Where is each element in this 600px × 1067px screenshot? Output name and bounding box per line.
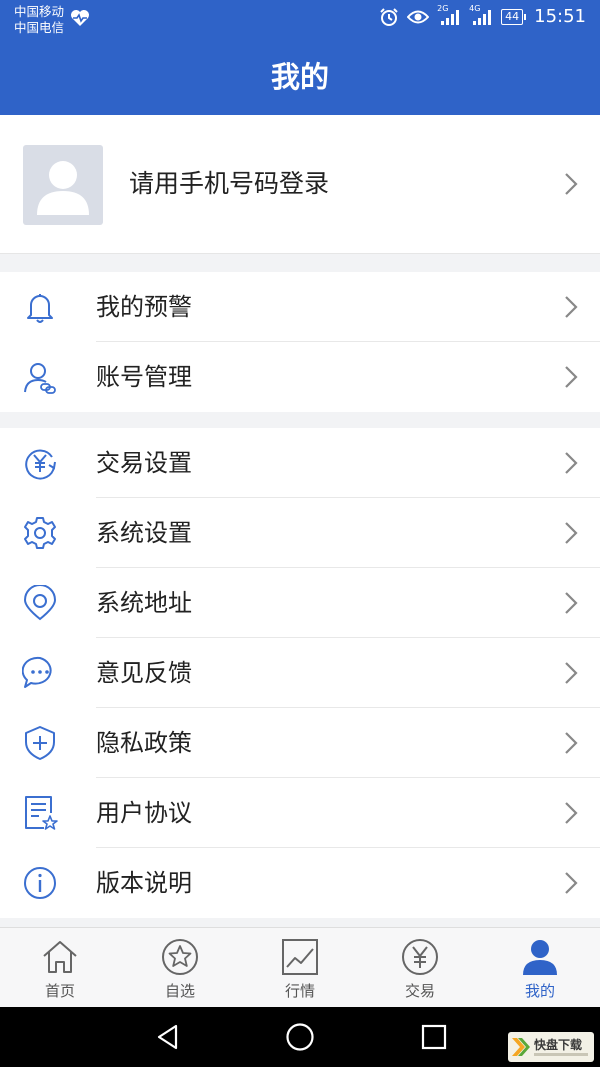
tab-watchlist[interactable]: 自选 (120, 928, 240, 1008)
menu-item-version-notes[interactable]: 版本说明 (0, 848, 600, 918)
chevron-right-icon (565, 296, 578, 318)
app-header: 我的 (0, 40, 600, 115)
bottom-tab-bar: 首页 自选 行情 交易 我的 (0, 927, 600, 1008)
tab-market[interactable]: 行情 (240, 928, 360, 1008)
brand-logo-icon: 快盘下载 (512, 1037, 588, 1056)
menu-label: 隐私政策 (96, 729, 192, 757)
menu-label: 系统设置 (96, 519, 192, 547)
tab-label: 我的 (524, 982, 555, 1000)
home-circle-icon[interactable] (285, 1022, 315, 1052)
clock: 15:51 (534, 6, 586, 27)
document-star-icon (25, 796, 58, 830)
status-bar: 中国移动 中国电信 2G 4G 44 15:51 (0, 0, 600, 40)
page-title: 我的 (270, 60, 329, 94)
carrier-1: 中国移动 (14, 4, 65, 19)
yen-refresh-icon (25, 449, 56, 480)
menu-label: 我的预警 (96, 293, 192, 321)
menu-label: 系统地址 (96, 589, 192, 617)
watermark-logo: 快盘下载 (508, 1032, 594, 1062)
chevron-right-icon (565, 872, 578, 894)
carrier-2: 中国电信 (14, 20, 65, 35)
avatar (23, 145, 103, 225)
menu-label: 意见反馈 (96, 659, 192, 687)
person-icon (523, 940, 557, 975)
tab-mine[interactable]: 我的 (480, 928, 600, 1008)
chevron-right-icon (565, 592, 578, 614)
network-type-2: 4G (469, 3, 481, 13)
chevron-right-icon (565, 452, 578, 474)
tab-label: 首页 (44, 982, 75, 1000)
carrier-info: 中国移动 中国电信 (14, 4, 64, 36)
chevron-right-icon (565, 732, 578, 754)
chart-line-icon (282, 939, 318, 975)
menu-item-feedback[interactable]: 意见反馈 (0, 638, 600, 708)
info-icon (24, 867, 56, 899)
user-link-icon (24, 363, 56, 394)
tab-label: 交易 (404, 982, 435, 1000)
recents-icon[interactable] (420, 1023, 448, 1051)
menu-item-trade-settings[interactable]: 交易设置 (0, 428, 600, 498)
chevron-right-icon (565, 662, 578, 684)
menu-group-settings: 交易设置 系统设置 系统地址 意见反馈 隐私政策 用户协议 版本说明 (0, 428, 600, 918)
health-icon (70, 9, 90, 31)
tab-label: 自选 (164, 982, 195, 1000)
location-icon (23, 585, 57, 621)
shield-plus-icon (25, 726, 55, 760)
menu-item-system-settings[interactable]: 系统设置 (0, 498, 600, 568)
yen-circle-icon (402, 939, 438, 975)
tab-home[interactable]: 首页 (0, 928, 120, 1008)
menu-group-alerts: 我的预警 账号管理 (0, 272, 600, 412)
tab-label: 行情 (284, 982, 315, 1000)
status-icons: 2G 4G 44 15:51 (379, 4, 586, 27)
gear-icon (24, 517, 56, 549)
login-prompt: 请用手机号码登录 (129, 169, 330, 198)
battery-level: 44 (501, 8, 524, 25)
back-icon[interactable] (154, 1023, 182, 1051)
eye-comfort-icon (407, 9, 430, 25)
menu-label: 交易设置 (96, 449, 192, 477)
chevron-right-icon (565, 802, 578, 824)
chevron-right-icon (565, 366, 578, 388)
star-circle-icon (162, 939, 198, 975)
login-profile-row[interactable]: 请用手机号码登录 (0, 115, 600, 254)
menu-label: 用户协议 (96, 799, 192, 827)
menu-label: 版本说明 (96, 869, 192, 897)
signal-4g-icon: 4G (469, 4, 493, 26)
chevron-right-icon (565, 173, 578, 195)
network-type-1: 2G (437, 3, 449, 13)
tab-trade[interactable]: 交易 (360, 928, 480, 1008)
menu-label: 账号管理 (96, 363, 192, 391)
battery-icon: 44 (501, 8, 527, 25)
chat-icon (22, 656, 52, 688)
chevron-right-icon (565, 522, 578, 544)
menu-item-alerts[interactable]: 我的预警 (0, 272, 600, 342)
alarm-icon (379, 7, 399, 27)
menu-item-user-agreement[interactable]: 用户协议 (0, 778, 600, 848)
signal-2g-icon: 2G (437, 4, 461, 26)
home-icon (43, 941, 77, 973)
menu-item-privacy-policy[interactable]: 隐私政策 (0, 708, 600, 778)
menu-item-system-address[interactable]: 系统地址 (0, 568, 600, 638)
svg-text:快盘下载: 快盘下载 (534, 1037, 582, 1052)
bell-icon (27, 294, 53, 323)
menu-item-account[interactable]: 账号管理 (0, 342, 600, 412)
